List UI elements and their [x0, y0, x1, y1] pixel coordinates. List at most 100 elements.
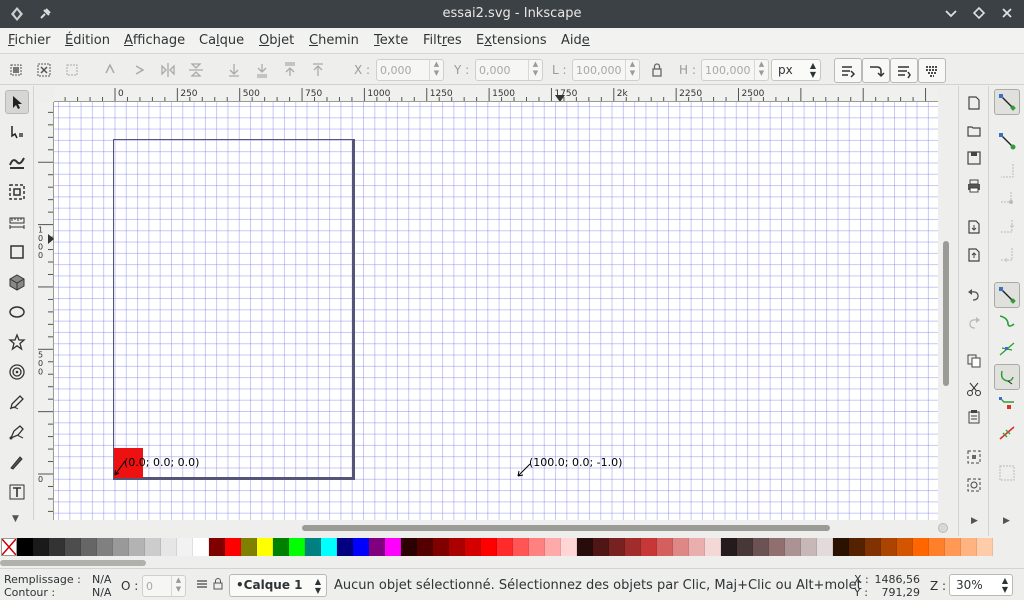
menu-filtres[interactable]: Filtres [423, 33, 462, 48]
menu-extensions[interactable]: Extensions [476, 33, 547, 48]
color-swatch[interactable] [289, 538, 305, 556]
color-swatch[interactable] [545, 538, 561, 556]
transform-gradients-toggle[interactable] [890, 58, 918, 83]
unit-select[interactable]: px ▲ ▼ [771, 59, 821, 81]
horizontal-scroll-thumb[interactable] [302, 525, 830, 531]
snap-bbox-edges-icon[interactable] [994, 158, 1020, 184]
rotate-ccw-icon[interactable] [98, 58, 122, 82]
save-icon[interactable] [963, 147, 985, 169]
height-field[interactable]: 100,000 ▲ ▼ [701, 59, 769, 81]
color-swatch[interactable] [401, 538, 417, 556]
opacity-field[interactable]: 0 ▲ ▼ [142, 575, 186, 597]
color-swatch[interactable] [49, 538, 65, 556]
color-swatch[interactable] [929, 538, 945, 556]
star-tool-icon[interactable] [5, 330, 29, 354]
color-swatch[interactable] [513, 538, 529, 556]
color-swatch[interactable] [113, 538, 129, 556]
color-swatch[interactable] [177, 538, 193, 556]
zoom-tool-icon[interactable] [5, 180, 29, 204]
undo-icon[interactable] [963, 284, 985, 306]
snap-paths-icon[interactable] [994, 308, 1020, 334]
node-tool-icon[interactable] [5, 120, 29, 144]
color-swatch[interactable] [849, 538, 865, 556]
snap-enable-icon[interactable] [994, 89, 1020, 115]
color-swatch[interactable] [817, 538, 833, 556]
menu-aide[interactable]: Aide [561, 33, 590, 48]
snap-object-centers-icon[interactable] [994, 460, 1020, 486]
color-swatch[interactable] [481, 538, 497, 556]
menu-objet[interactable]: Objet [259, 33, 294, 48]
rectangle-tool-icon[interactable] [5, 240, 29, 264]
color-swatch[interactable] [961, 538, 977, 556]
color-swatch[interactable] [305, 538, 321, 556]
copy-icon[interactable] [963, 350, 985, 372]
snap-cusp-nodes-icon[interactable] [994, 364, 1020, 390]
no-paint-swatch[interactable] [1, 538, 17, 556]
color-swatch[interactable] [705, 538, 721, 556]
color-swatch[interactable] [273, 538, 289, 556]
color-swatch[interactable] [561, 538, 577, 556]
rotate-cw-icon[interactable] [128, 58, 152, 82]
scale-corners-toggle[interactable] [862, 58, 890, 83]
maximize-icon[interactable] [970, 4, 988, 22]
color-swatch[interactable] [449, 538, 465, 556]
fill-value[interactable]: N/A [92, 573, 111, 586]
color-swatch[interactable] [721, 538, 737, 556]
color-swatch[interactable] [465, 538, 481, 556]
color-swatch[interactable] [801, 538, 817, 556]
new-document-icon[interactable] [963, 92, 985, 114]
color-swatch[interactable] [65, 538, 81, 556]
spiral-tool-icon[interactable] [5, 360, 29, 384]
width-field[interactable]: 100,000 ▲ ▼ [572, 59, 640, 81]
color-swatch[interactable] [865, 538, 881, 556]
import-icon[interactable] [963, 216, 985, 238]
lock-icon[interactable] [645, 58, 669, 82]
lower-to-bottom-icon[interactable] [222, 58, 246, 82]
color-swatch[interactable] [945, 538, 961, 556]
color-swatch[interactable] [913, 538, 929, 556]
color-swatch[interactable] [897, 538, 913, 556]
color-swatch[interactable] [129, 538, 145, 556]
menu-affichage[interactable]: Affichage [124, 33, 185, 48]
zoom-selection-icon[interactable] [963, 446, 985, 468]
layer-lock-icon[interactable] [212, 577, 224, 594]
color-swatch[interactable] [497, 538, 513, 556]
color-swatch[interactable] [257, 538, 273, 556]
raise-to-top-icon[interactable] [306, 58, 330, 82]
color-swatch[interactable] [625, 538, 641, 556]
vertical-scroll-thumb[interactable] [943, 241, 949, 386]
color-swatch[interactable] [33, 538, 49, 556]
export-icon[interactable] [963, 244, 985, 266]
vertical-scrollbar[interactable] [938, 86, 958, 520]
calligraphy-tool-icon[interactable] [5, 450, 29, 474]
menu-texte[interactable]: Texte [374, 33, 408, 48]
color-swatch[interactable] [225, 538, 241, 556]
color-swatch[interactable] [81, 538, 97, 556]
menu-calque[interactable]: Calque [199, 33, 244, 48]
commands-more-icon[interactable]: ▶ [971, 516, 978, 526]
deselect-icon[interactable] [60, 58, 84, 82]
color-swatch[interactable] [209, 538, 225, 556]
palette-scroll-thumb[interactable] [0, 560, 146, 566]
snap-bbox-icon[interactable] [994, 128, 1020, 154]
color-swatch[interactable] [145, 538, 161, 556]
color-swatch[interactable] [769, 538, 785, 556]
color-swatch[interactable] [689, 538, 705, 556]
snap-smooth-nodes-icon[interactable] [994, 392, 1020, 418]
zoom-field[interactable]: 30% ▲ ▼ [949, 574, 1013, 596]
snap-more-icon[interactable]: ▶ [1003, 516, 1010, 526]
drawing-canvas[interactable]: (0.0; 0.0; 0.0) (100.0; 0.0; -1.0) [54, 102, 938, 520]
snap-bbox-midpoints-icon[interactable] [994, 214, 1020, 240]
snap-line-midpoints-icon[interactable] [994, 420, 1020, 446]
open-icon[interactable] [963, 120, 985, 142]
color-swatch[interactable] [385, 538, 401, 556]
toolbox-more-icon[interactable]: ▼ [12, 514, 19, 524]
paste-icon[interactable] [963, 406, 985, 428]
color-swatch[interactable] [753, 538, 769, 556]
color-swatch[interactable] [737, 538, 753, 556]
print-icon[interactable] [963, 175, 985, 197]
menu-fichier[interactable]: Fichier [8, 33, 51, 48]
layer-select[interactable]: •Calque 1 ▲ ▼ [229, 574, 327, 597]
ellipse-tool-icon[interactable] [5, 300, 29, 324]
raise-icon[interactable] [278, 58, 302, 82]
